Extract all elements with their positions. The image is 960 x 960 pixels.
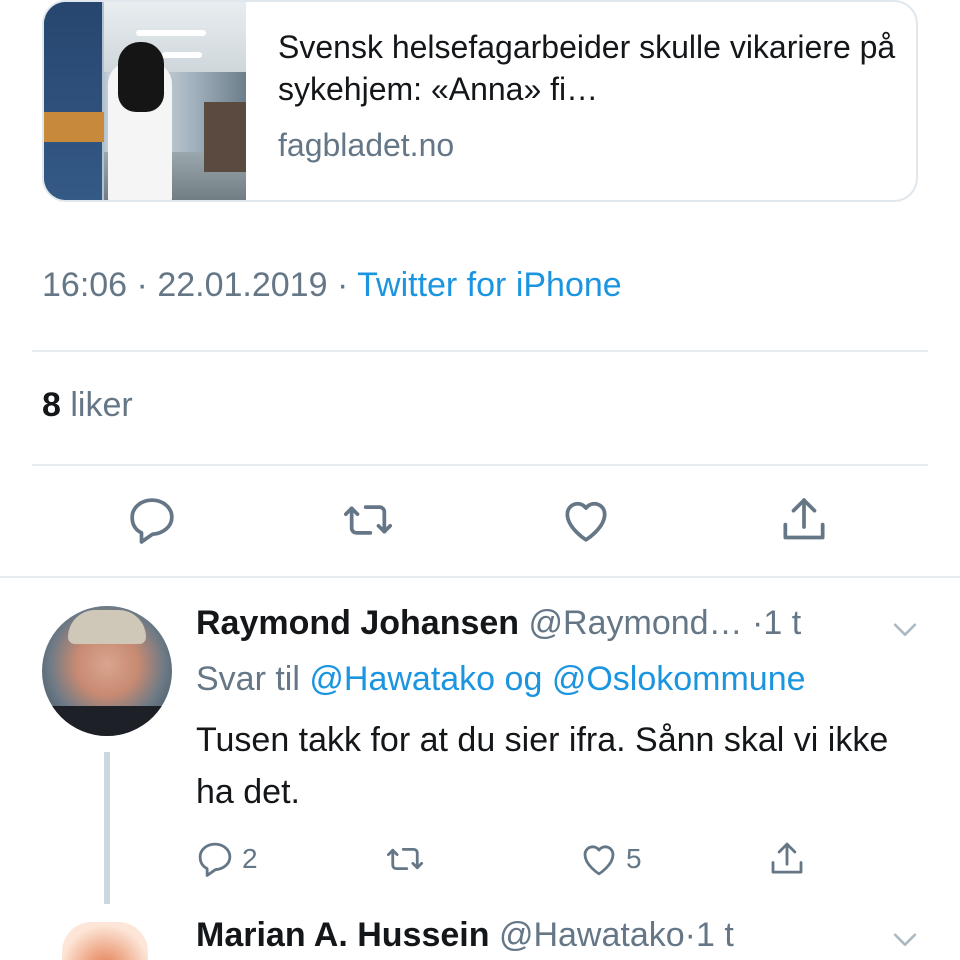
heart-icon [583,845,615,876]
link-preview-domain: fagbladet.no [278,127,455,163]
likes-label: liker [70,386,133,424]
more-options-button[interactable] [888,612,922,646]
retweet-icon [386,847,424,871]
like-button[interactable] [558,492,614,548]
retweet-button[interactable] [340,492,396,548]
share-icon [783,498,825,540]
share-icon [771,842,803,874]
heart-icon [565,501,607,542]
mention-link[interactable]: @Oslokommune [552,660,806,698]
more-options-button[interactable] [888,922,922,956]
likes-count: 8 [42,386,61,424]
divider [32,350,928,352]
reply-icon [198,842,232,877]
divider [0,576,960,578]
share-button[interactable] [766,838,808,880]
tweet-time: 16:06 [42,266,128,304]
reply-to-line: Svar til @Hawatako og @Oslokommune [196,660,806,698]
tweet-timestamp-line: 16:06 · 22.01.2019 · Twitter for iPhone [42,266,622,304]
reply-icon [130,498,174,544]
avatar[interactable] [42,606,172,736]
reply-action-bar: 2 5 [0,838,960,882]
next-reply-author-name[interactable]: Marian A. Hussein [196,916,489,954]
next-reply-header: Marian A. Hussein @Hawatako·1 t [196,916,734,954]
divider [32,464,928,466]
reply-count: 2 [242,843,258,874]
link-preview-title: Svensk helsefagarbeider skulle vikariere… [278,29,896,107]
next-reply-author-handle[interactable]: @Hawatako [499,916,685,954]
reply-button[interactable]: 2 [194,838,258,880]
link-preview-card[interactable]: Svensk helsefagarbeider skulle vikariere… [42,0,918,202]
tweet-source-link[interactable]: Twitter for iPhone [357,266,622,304]
tweet-action-bar [0,492,960,552]
reply-time: 1 t [763,604,802,642]
tweet-detail-page: Svensk helsefagarbeider skulle vikariere… [0,0,960,960]
retweet-icon [343,505,393,535]
retweet-button[interactable] [384,838,432,880]
tweet-date: 22.01.2019 [157,266,328,304]
reply-author-name[interactable]: Raymond Johansen [196,604,519,642]
chevron-down-icon [893,933,917,946]
like-count: 5 [626,843,642,874]
likes-count-link[interactable]: 8 liker [42,386,133,425]
like-button[interactable]: 5 [578,838,642,880]
reply-text: Tusen takk for at du sier ifra. Sånn ska… [196,721,889,811]
mention-link[interactable]: @Hawatako [309,660,495,698]
next-reply-time: 1 t [695,916,734,954]
reply-button[interactable] [124,492,180,548]
reply-author-handle[interactable]: @Raymond… [529,604,743,642]
link-preview-thumbnail [44,2,246,200]
reply-header: Raymond Johansen @Raymond… ·1 t [196,604,802,642]
chevron-down-icon [893,623,917,636]
avatar[interactable] [62,922,148,960]
share-button[interactable] [776,492,832,548]
